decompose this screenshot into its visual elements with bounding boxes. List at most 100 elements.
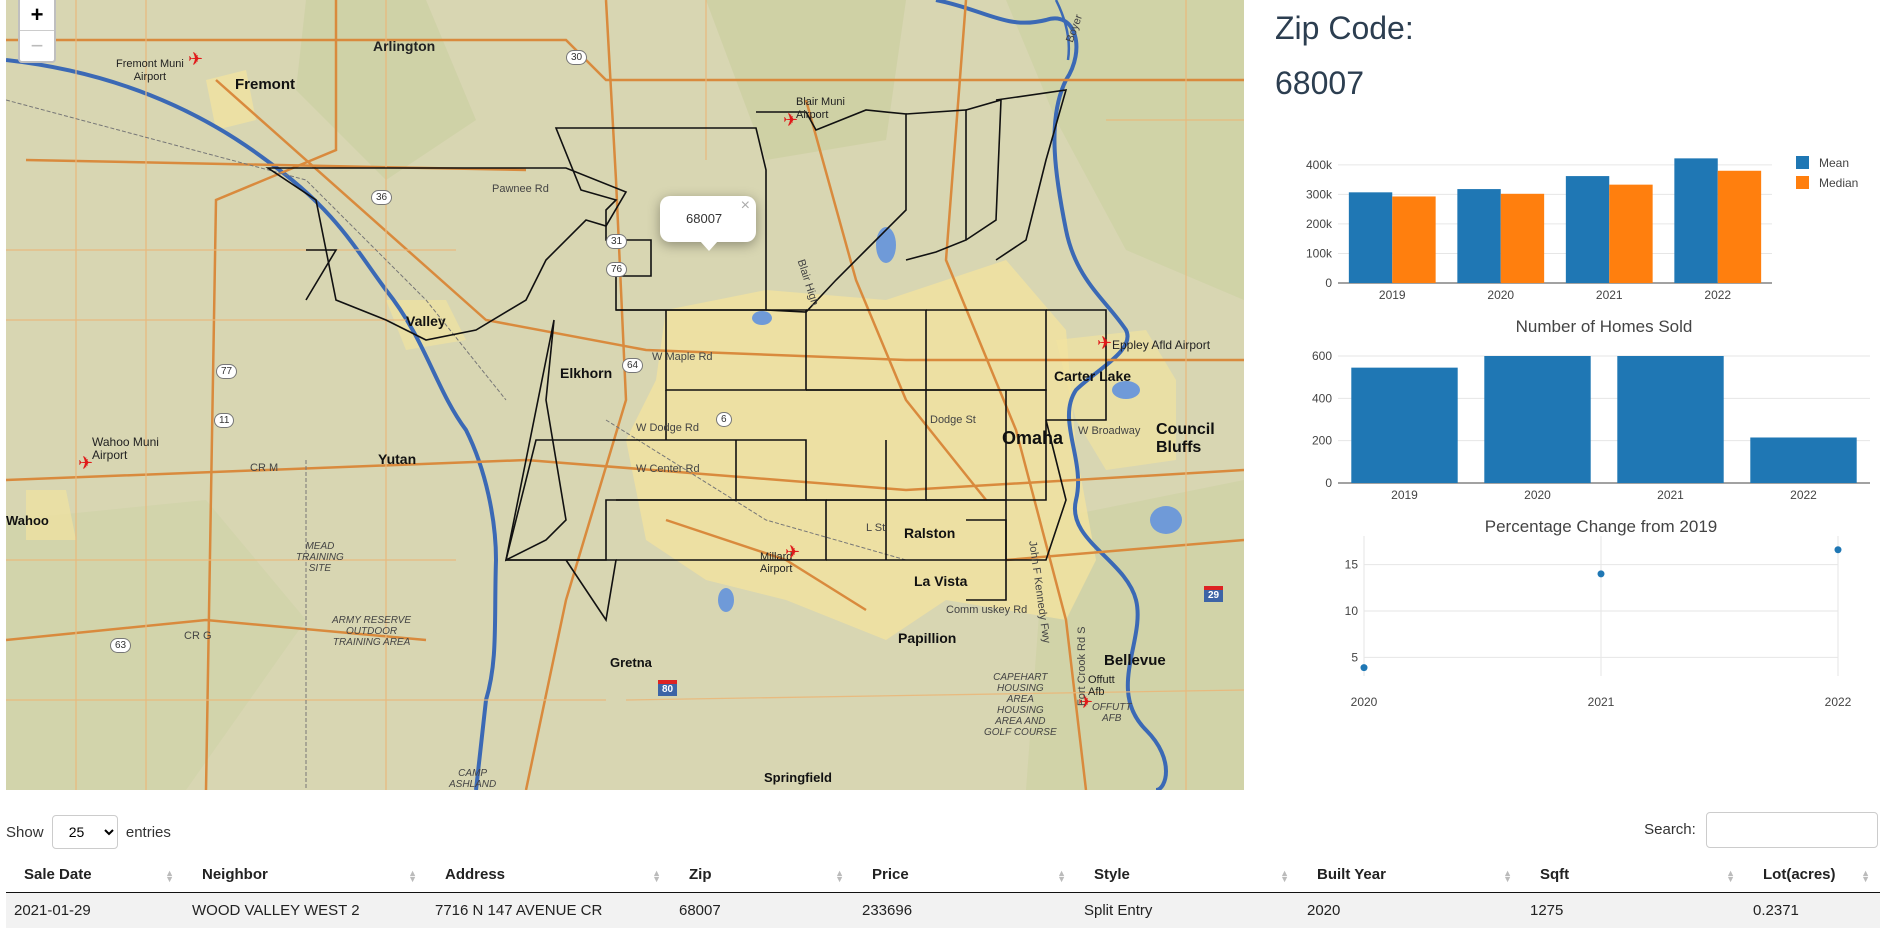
- map-label-crg: CR G: [184, 630, 212, 642]
- map-label-cr-m: CR M: [250, 462, 278, 474]
- map-label-camp-ashland: CAMP ASHLAND: [449, 768, 496, 790]
- map-label-dodge-st: Dodge St: [930, 414, 976, 426]
- map-label-commuter-rd: Comm uskey Rd: [946, 604, 1027, 616]
- y-tick-label: 0: [1325, 276, 1332, 290]
- bar: [1617, 356, 1723, 483]
- route-shield: 64: [622, 358, 643, 373]
- sort-icon: ▲▼: [652, 870, 661, 882]
- airport-icon: ✈: [1097, 334, 1112, 352]
- map-label-papillion: Papillion: [898, 630, 956, 646]
- sort-icon: ▲▼: [1726, 870, 1735, 882]
- zoom-in-button[interactable]: +: [20, 0, 54, 30]
- zip-popup: 68007 ×: [660, 196, 756, 242]
- route-shield: 30: [566, 50, 587, 65]
- legend-swatch: [1796, 156, 1809, 169]
- table-cell: WOOD VALLEY WEST 2: [184, 893, 427, 928]
- table-cell: Split Entry: [1076, 893, 1299, 928]
- table-row[interactable]: 2021-01-29 WOOD VALLEY WEST 2 7716 N 147…: [6, 893, 1880, 928]
- percentage-change-scatter-chart: Percentage Change from 20195101520202021…: [1290, 516, 1880, 706]
- legend-label: Median: [1819, 176, 1858, 190]
- homes-sold-bar-chart: Number of Homes Sold02004006002019202020…: [1290, 316, 1880, 506]
- bar: [1674, 158, 1717, 283]
- chart-title: Percentage Change from 2019: [1485, 517, 1718, 536]
- map-label-fremont-muni-airport: Fremont Muni Airport: [116, 58, 184, 84]
- bar: [1718, 171, 1761, 283]
- zip-code-value: 68007: [1275, 65, 1364, 102]
- sort-icon: ▲▼: [1280, 870, 1289, 882]
- column-header[interactable]: Built Year▲▼: [1299, 858, 1522, 893]
- interstate-shield: 80: [658, 680, 677, 696]
- sort-icon: ▲▼: [408, 870, 417, 882]
- bar: [1351, 368, 1457, 483]
- map-label-mead: MEAD TRAINING SITE: [296, 541, 344, 574]
- sort-icon: ▲▼: [1503, 870, 1512, 882]
- x-tick-label: 2021: [1596, 288, 1623, 302]
- x-tick-label: 2020: [1487, 288, 1514, 302]
- map-label-pawnee-rd: Pawnee Rd: [492, 183, 549, 195]
- table-cell: 68007: [671, 893, 854, 928]
- popup-close-button[interactable]: ×: [741, 197, 750, 215]
- y-tick-label: 600: [1312, 349, 1332, 363]
- column-header[interactable]: Zip▲▼: [671, 858, 854, 893]
- sort-icon: ▲▼: [835, 870, 844, 882]
- column-header[interactable]: Style▲▼: [1076, 858, 1299, 893]
- column-header[interactable]: Sqft▲▼: [1522, 858, 1745, 893]
- airport-icon: ✈: [783, 111, 798, 129]
- x-tick-label: 2020: [1351, 695, 1378, 706]
- y-tick-label: 0: [1325, 476, 1332, 490]
- map-label-ralston: Ralston: [904, 525, 955, 541]
- legend-label: Mean: [1819, 156, 1849, 170]
- sort-icon: ▲▼: [1861, 870, 1870, 882]
- y-tick-label: 200: [1312, 434, 1332, 448]
- map-label-w-broadway: W Broadway: [1078, 425, 1140, 437]
- map-label-wahoo: Wahoo: [6, 513, 49, 528]
- table-cell: 233696: [854, 893, 1076, 928]
- map-label-offutt-afb: OFFUTT AFB: [1092, 702, 1131, 724]
- x-tick-label: 2020: [1524, 488, 1551, 502]
- map-label-fort-crook: Fort Crook Rd S: [1076, 627, 1088, 706]
- map-label-w-dodge-rd: W Dodge Rd: [636, 422, 699, 434]
- table-cell: 2020: [1299, 893, 1522, 928]
- x-tick-label: 2019: [1391, 488, 1418, 502]
- bar: [1349, 192, 1392, 283]
- y-tick-label: 200k: [1306, 217, 1333, 231]
- search-input[interactable]: [1706, 812, 1878, 848]
- column-header[interactable]: Address▲▼: [427, 858, 671, 893]
- page-length-select[interactable]: 25: [52, 815, 118, 849]
- bar: [1566, 176, 1609, 283]
- x-tick-label: 2019: [1379, 288, 1406, 302]
- map-label-springfield: Springfield: [764, 770, 832, 785]
- map-label-valley: Valley: [406, 313, 446, 329]
- map-label-yutan: Yutan: [378, 451, 416, 467]
- zoom-out-button[interactable]: −: [20, 30, 54, 61]
- column-header[interactable]: Lot(acres)▲▼: [1745, 858, 1880, 893]
- bar: [1457, 189, 1500, 283]
- popup-tip: [700, 241, 718, 251]
- map-label-wahoo-muni: Wahoo Muni Airport: [92, 436, 159, 462]
- table-header-row: Sale Date▲▼ Neighbor▲▼ Address▲▼ Zip▲▼ P…: [6, 858, 1880, 893]
- column-header[interactable]: Sale Date▲▼: [6, 858, 184, 893]
- map-label-omaha: Omaha: [1002, 428, 1063, 449]
- table-search: Search:: [1644, 812, 1878, 848]
- scatter-point: [1835, 546, 1842, 553]
- column-header[interactable]: Price▲▼: [854, 858, 1076, 893]
- map-label-carter-lake: Carter Lake: [1054, 368, 1131, 384]
- zip-code-title: Zip Code:: [1275, 10, 1414, 47]
- bar: [1501, 194, 1544, 283]
- map[interactable]: + − 68007 × Fremont Muni Airport ✈ Fremo…: [6, 0, 1244, 790]
- x-tick-label: 2022: [1790, 488, 1817, 502]
- airport-icon: ✈: [78, 454, 93, 472]
- map-label-gretna: Gretna: [610, 655, 652, 670]
- entries-label: entries: [126, 824, 171, 841]
- route-shield: 31: [606, 234, 627, 249]
- x-tick-label: 2022: [1825, 695, 1852, 706]
- scatter-point: [1598, 570, 1605, 577]
- column-header[interactable]: Neighbor▲▼: [184, 858, 427, 893]
- sales-table: Sale Date▲▼ Neighbor▲▼ Address▲▼ Zip▲▼ P…: [6, 858, 1880, 928]
- page-length-control: Show 25 entries: [6, 815, 171, 849]
- x-tick-label: 2021: [1657, 488, 1684, 502]
- table-cell: 7716 N 147 AVENUE CR: [427, 893, 671, 928]
- show-label: Show: [6, 824, 44, 841]
- route-shield: 63: [110, 638, 131, 653]
- route-shield: 77: [216, 364, 237, 379]
